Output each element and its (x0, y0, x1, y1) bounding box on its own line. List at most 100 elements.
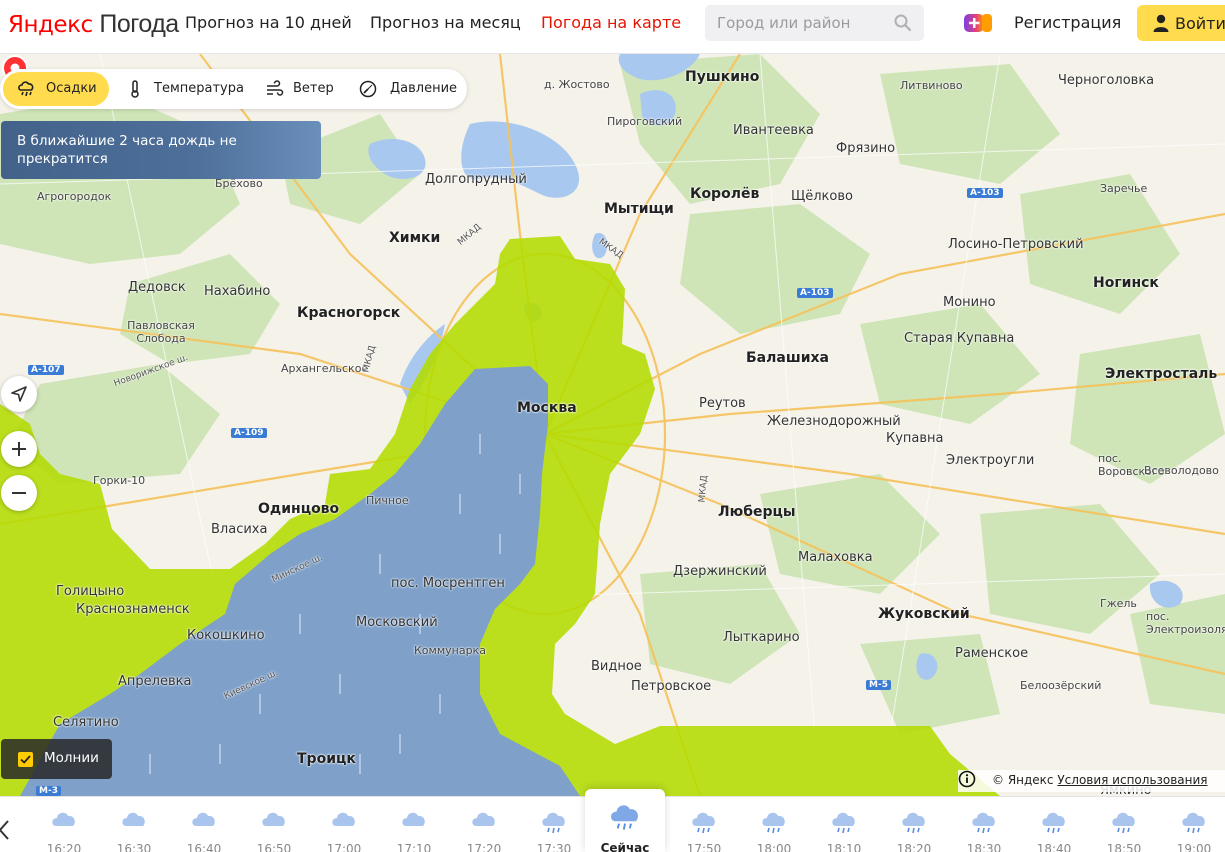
wind-icon (267, 80, 284, 96)
timeline-slot[interactable]: 16:40 (169, 797, 239, 852)
terms-of-use-link[interactable]: Условия использования (1057, 773, 1207, 787)
map-label-dedovsk: Дедовск (128, 280, 186, 295)
header: Яндекс Погода Прогноз на 10 дней Прогноз… (0, 0, 1225, 54)
nav-weather-map[interactable]: Погода на карте (541, 13, 681, 32)
map-label-shchelkovo: Щёлково (791, 189, 853, 204)
map-label-vidnoe: Видное (591, 659, 642, 674)
timeline-slot[interactable]: 17:20 (449, 797, 519, 852)
timeline-slot-now[interactable]: Сейчас (585, 789, 665, 852)
map-label-petrovskoe: Петровское (631, 679, 712, 694)
info-icon[interactable] (958, 770, 976, 788)
map-label-pushkino: Пушкино (685, 69, 760, 85)
timeline-slot[interactable]: 18:20 (879, 797, 949, 852)
rain-cloud-icon (1112, 812, 1135, 834)
timeline-slot[interactable]: 18:10 (809, 797, 879, 852)
map-label-pos-mosrentgen: пос. Мосрентген (391, 576, 505, 591)
timeline-slot-time: 18:20 (896, 842, 932, 852)
map-label-moskovsky: Московский (356, 615, 438, 630)
map-label-zhukovsky: Жуковский (878, 606, 970, 622)
rain-cloud-icon (611, 805, 638, 830)
location-arrow-icon (11, 386, 27, 402)
map-label-krasnoznamensk: Краснознаменск (76, 602, 190, 617)
my-location-button[interactable] (1, 376, 37, 412)
map-label-arkhangelskoe: Архангельское (281, 362, 369, 375)
tab-pressure-label: Давление (390, 81, 458, 96)
rain-cloud-icon (762, 812, 785, 834)
cloudy-icon (52, 812, 75, 826)
map-label-elektrostal: Электросталь (1105, 366, 1218, 382)
thermometer-icon (131, 80, 139, 98)
map-label-vlasikha: Власиха (211, 522, 268, 537)
zoom-out-button[interactable] (1, 475, 37, 511)
timeline-slot[interactable]: 18:30 (949, 797, 1019, 852)
road-shield-a103: A-103 (797, 288, 833, 298)
tab-wind[interactable]: Ветер (262, 72, 342, 106)
yandex-weather-logo[interactable]: Яндекс Погода (8, 10, 179, 39)
map-label-chernogolovka: Черноголовка (1058, 73, 1155, 88)
timeline-slot[interactable]: 17:10 (379, 797, 449, 852)
timeline-slot-time: 18:00 (756, 842, 792, 852)
map-label-yamkino: Заречье (1100, 182, 1148, 195)
road-shield-a107: A-107 (28, 365, 64, 375)
nav-month-forecast[interactable]: Прогноз на месяц (370, 13, 521, 32)
cloudy-icon (192, 812, 215, 826)
timeline-slot-time: 17:10 (396, 842, 432, 852)
city-search-input[interactable] (705, 5, 924, 41)
timeline-slot[interactable]: 17:30 (519, 797, 589, 852)
map-label-elektrougli: Электроугли (946, 453, 1035, 468)
map-label-balashikha: Балашиха (746, 350, 829, 366)
zoom-in-button[interactable] (1, 431, 37, 467)
lightning-checkbox[interactable] (18, 752, 33, 767)
rain-cloud-icon (1042, 812, 1065, 834)
timeline-slot[interactable]: 16:50 (239, 797, 309, 852)
user-icon (1153, 14, 1169, 32)
rain-cloud-icon (542, 812, 565, 834)
tab-wind-label: Ветер (293, 81, 334, 96)
yandex-plus-icon[interactable] (964, 13, 992, 33)
map-label-krasnogorsk: Красногорск (297, 305, 401, 321)
map-label-malakhovka: Малаховка (798, 550, 873, 565)
timeline-slot[interactable]: 18:00 (739, 797, 809, 852)
map-label-dubovaya-roshcha: Белоозёрский (1020, 679, 1102, 692)
tab-temperature[interactable]: Температура (120, 72, 250, 106)
map-label-noginsk: Ногинск (1093, 275, 1159, 291)
timeline-slot[interactable]: 16:30 (99, 797, 169, 852)
timeline-slot-time: Сейчас (600, 841, 650, 852)
timeline-slot-time: 18:50 (1106, 842, 1142, 852)
timeline-slot[interactable]: 17:50 (669, 797, 739, 852)
rain-cloud-icon (972, 812, 995, 834)
lightning-label: Молнии (44, 750, 99, 766)
timeline-slot-time: 18:10 (826, 842, 862, 852)
road-shield-m3: M-3 (36, 786, 61, 796)
cloudy-icon (332, 812, 355, 826)
weather-map[interactable]: Пушкино Черноголовка д. Жостово Литвинов… (0, 54, 1225, 796)
map-label-pavlovskaya-sloboda: Павловская Слобода (127, 319, 195, 345)
timeline-slot-time: 17:20 (466, 842, 502, 852)
rain-cloud-icon (1182, 812, 1205, 834)
register-link[interactable]: Регистрация (1014, 13, 1121, 32)
tab-precipitation[interactable]: Осадки (3, 72, 109, 106)
timeline-slot[interactable]: 16:20 (29, 797, 99, 852)
timeline-slot[interactable]: 17:00 (309, 797, 379, 852)
lightning-toggle[interactable]: Молнии (1, 739, 112, 779)
chevron-left-icon[interactable] (0, 819, 10, 841)
timeline-slot[interactable]: 18:50 (1089, 797, 1159, 852)
map-label-kupavna: Купавна (886, 431, 944, 446)
map-label-lyubertsy: Люберцы (718, 504, 796, 520)
timeline-slot[interactable]: 18:40 (1019, 797, 1089, 852)
cloudy-icon (262, 812, 285, 826)
map-label-zheleznodorozhny: Железнодорожный (767, 414, 901, 429)
map-label-dzerzhinsky: Дзержинский (673, 564, 767, 579)
rain-cloud-icon (832, 812, 855, 834)
minus-icon (12, 492, 26, 494)
map-label-kokoshkino: Кокошкино (187, 628, 265, 643)
map-label-selyatino: Селятино (53, 715, 119, 730)
search-icon[interactable] (893, 13, 913, 33)
nav-10-day-forecast[interactable]: Прогноз на 10 дней (185, 13, 352, 32)
map-layer-tabs: Осадки Температура Ветер Давление (0, 69, 467, 109)
tab-pressure[interactable]: Давление (354, 72, 460, 106)
cloudy-icon (402, 812, 425, 826)
map-label-pos-elektroizolyator: пос. Электроизолятор (1146, 610, 1225, 636)
timeline-slot[interactable]: 19:00 (1159, 797, 1225, 852)
login-button[interactable]: Войти (1137, 5, 1225, 41)
